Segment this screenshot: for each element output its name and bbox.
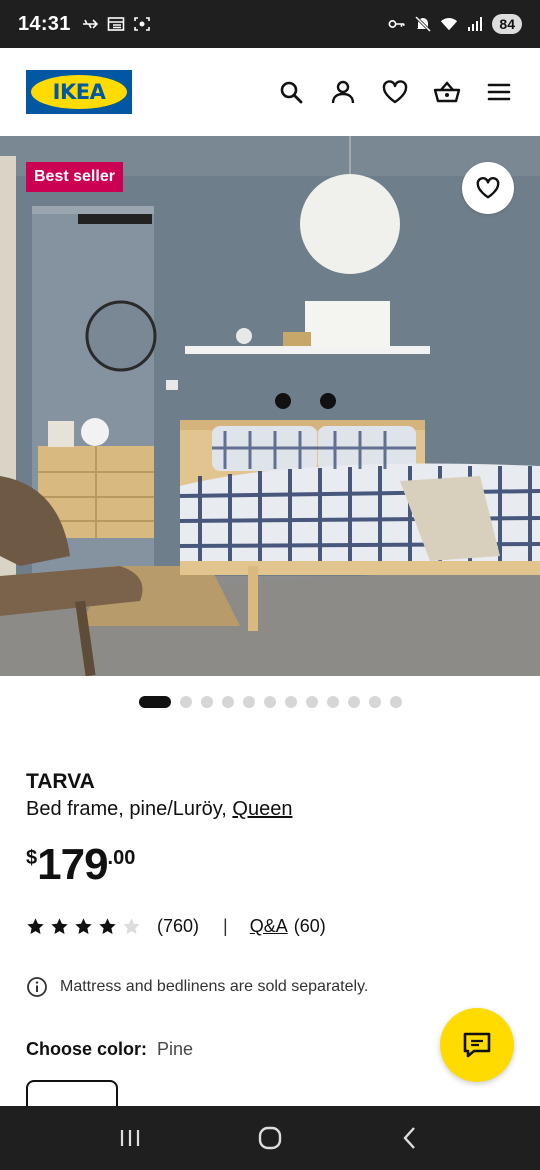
screenshot-icon — [133, 15, 151, 33]
carousel-dot[interactable] — [179, 696, 192, 708]
color-chooser: Choose color: Pine — [26, 1039, 193, 1060]
price: $ 179 .00 — [26, 843, 516, 887]
carousel-dot[interactable] — [138, 696, 171, 708]
best-seller-badge: Best seller — [26, 162, 123, 192]
carousel-dot[interactable] — [326, 696, 339, 708]
carousel-dot[interactable] — [242, 696, 255, 708]
basket-icon[interactable] — [432, 77, 462, 107]
site-header: IKEA — [0, 48, 540, 136]
price-integer: 179 — [37, 840, 108, 889]
price-decimal: .00 — [107, 847, 136, 869]
carousel-dot[interactable] — [347, 696, 360, 708]
carousel-indicator — [0, 696, 540, 708]
status-bar: 14:31 84 — [0, 0, 540, 48]
product-description: Bed frame, pine/Luröy, Queen — [26, 798, 516, 821]
carousel-dot[interactable] — [200, 696, 213, 708]
star-rating[interactable] — [26, 917, 141, 936]
product-image[interactable]: Best seller — [0, 136, 540, 676]
menu-icon[interactable] — [484, 77, 514, 107]
battery-level: 84 — [492, 14, 522, 34]
back-icon — [403, 1127, 415, 1149]
heart-icon[interactable] — [380, 77, 410, 107]
wifi-icon — [440, 15, 458, 33]
mute-icon — [414, 15, 432, 33]
carousel-dot[interactable] — [221, 696, 234, 708]
info-note-text: Mattress and bedlinens are sold separate… — [60, 978, 369, 995]
info-icon — [27, 977, 47, 997]
usb-icon — [81, 15, 99, 33]
carousel-dot[interactable] — [263, 696, 276, 708]
heart-icon — [476, 177, 500, 199]
qa-link[interactable]: Q&A — [250, 916, 288, 937]
bedroom-scene-image — [0, 136, 540, 676]
product-info: TARVA Bed frame, pine/Luröy, Queen $ 179… — [26, 770, 516, 887]
logo-oval: IKEA — [31, 75, 127, 109]
signal-icon — [466, 15, 484, 33]
recent-apps-button[interactable] — [110, 1118, 150, 1158]
star-filled-icon — [99, 918, 116, 935]
review-count[interactable]: (760) — [157, 916, 199, 937]
logo-text: IKEA — [52, 80, 106, 104]
color-label: Choose color: — [26, 1039, 148, 1059]
price-currency: $ — [26, 847, 38, 869]
size-link[interactable]: Queen — [232, 798, 292, 820]
back-button[interactable] — [390, 1118, 430, 1158]
status-time: 14:31 — [18, 12, 71, 35]
carousel-dot[interactable] — [305, 696, 318, 708]
carousel-dot[interactable] — [389, 696, 402, 708]
star-filled-icon — [75, 918, 92, 935]
screen-icon — [107, 15, 125, 33]
system-nav-bar — [0, 1106, 540, 1170]
star-filled-icon — [27, 918, 44, 935]
chat-icon — [463, 1032, 491, 1058]
key-icon — [388, 15, 406, 33]
star-empty-icon — [123, 918, 140, 935]
color-value: Pine — [157, 1039, 194, 1059]
recent-apps-icon — [120, 1130, 140, 1146]
product-name: TARVA — [26, 770, 95, 793]
rating-row: (760) | Q&A (60) — [26, 916, 326, 937]
account-icon[interactable] — [328, 77, 358, 107]
qa-count: (60) — [293, 916, 326, 936]
carousel-dot[interactable] — [368, 696, 381, 708]
rating-separator: | — [223, 916, 228, 936]
home-icon — [258, 1126, 282, 1150]
info-note: Mattress and bedlinens are sold separate… — [26, 976, 368, 998]
star-filled-icon — [51, 918, 68, 935]
carousel-dot[interactable] — [284, 696, 297, 708]
chat-button[interactable] — [440, 1008, 514, 1082]
search-icon[interactable] — [276, 77, 306, 107]
ikea-logo[interactable]: IKEA — [26, 70, 132, 114]
favorite-button[interactable] — [462, 162, 514, 214]
product-description-text: Bed frame, pine/Luröy, — [26, 798, 233, 820]
home-button[interactable] — [250, 1118, 290, 1158]
